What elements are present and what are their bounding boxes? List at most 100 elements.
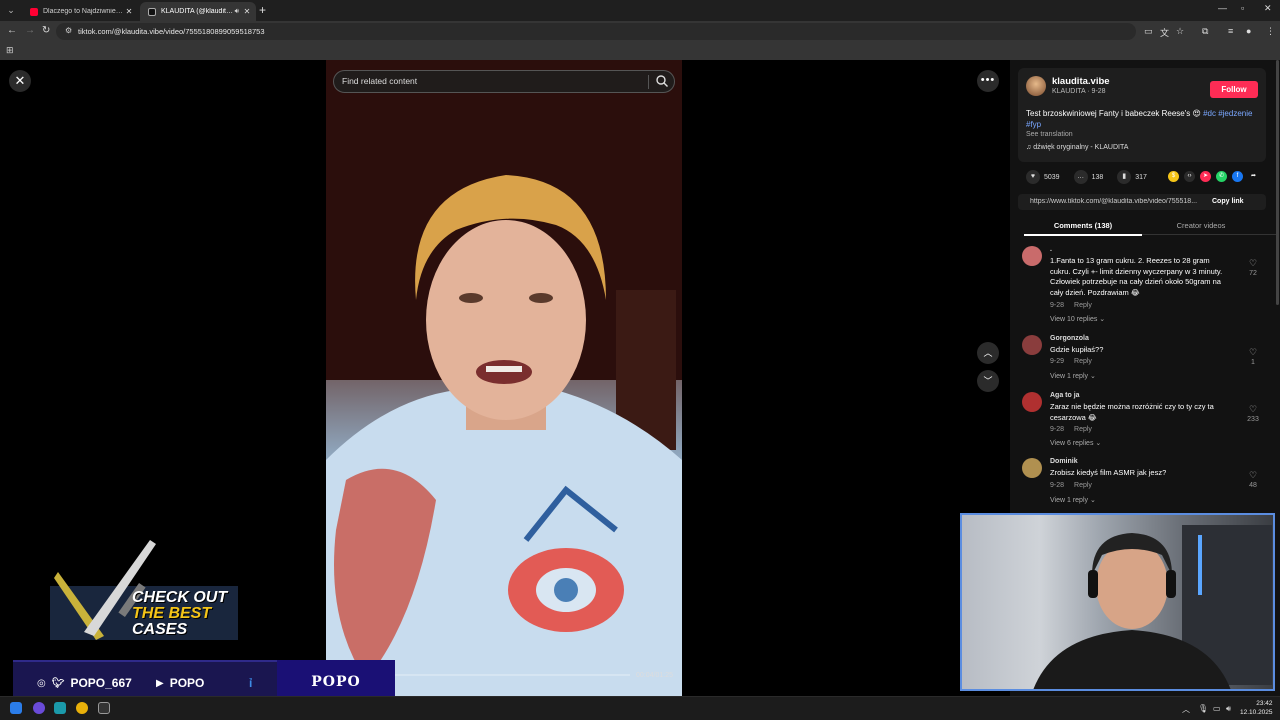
commenter-name[interactable]: Aga to ja [1050,392,1080,399]
window-close-icon[interactable]: ✕ [1264,3,1272,14]
view-replies-link[interactable]: View 1 reply ⌄ [1050,372,1096,380]
taskbar-app-icon[interactable] [33,702,45,714]
reply-button[interactable]: Reply [1074,482,1092,489]
minimize-icon[interactable]: — [1218,3,1227,13]
comment-bubble-icon[interactable]: … [1073,170,1088,184]
view-replies-link[interactable]: View 1 reply ⌄ [1050,496,1096,504]
taskbar-app-icon[interactable] [54,702,66,714]
translate-icon[interactable]: 文 [1160,26,1169,39]
tab-creator-videos[interactable]: Creator videos [1142,221,1260,230]
panel-scrollbar[interactable] [1276,60,1279,305]
bookmark-star-icon[interactable]: ☆ [1176,26,1184,37]
comment-heart-icon[interactable]: ♡ [1246,347,1260,358]
more-options-icon[interactable]: ••• [977,70,999,92]
view-replies-link[interactable]: View 6 replies ⌄ [1050,439,1101,447]
cases-promo-banner: CHECK OUT THE BEST CASES [44,536,240,644]
commenter-name[interactable]: . [1050,246,1052,253]
apps-grid-icon[interactable]: ⊞ [6,45,14,56]
see-translation-link[interactable]: See translation [1026,131,1073,138]
comment-heart-icon[interactable]: ♡ [1246,258,1260,269]
commenter-avatar[interactable] [1022,246,1042,266]
send-to-friends-icon[interactable]: ➤ [1200,171,1211,182]
tab-search-chevron-icon[interactable]: ⌄ [5,4,17,16]
coin-share-icon[interactable]: $ [1168,171,1179,182]
heart-icon[interactable]: ♥ [1026,170,1040,184]
comment-heart-icon[interactable]: ♡ [1246,404,1260,415]
comment-stat[interactable]: … 138 [1073,170,1103,184]
share-arrow-icon[interactable]: ➦ [1248,171,1259,182]
tray-chevron-icon[interactable]: ︿ [1182,704,1190,715]
hashtag[interactable]: #dc [1203,109,1216,118]
copy-link-button[interactable]: Copy link [1212,198,1244,205]
browser-menu-icon[interactable]: ⋮ [1266,26,1275,37]
description-text: Test brzoskwiniowej Fanty i babeczek Ree… [1026,109,1204,118]
reload-icon[interactable]: ↻ [42,25,50,36]
like-stat[interactable]: ♥ 5039 [1026,170,1060,184]
microphone-icon[interactable]: 🎙︎ [1198,704,1208,713]
speaker-icon[interactable]: 🔊︎ [235,8,239,16]
comment-meta: 9-28 Reply [1050,302,1092,309]
facebook-icon[interactable]: f [1232,171,1243,182]
previous-video-chevron-up-icon[interactable]: ︿ [977,342,999,364]
creator-username[interactable]: klaudita.vibe [1052,76,1110,87]
chevron-down-icon: ⌄ [1089,497,1096,504]
sound-link[interactable]: ♫ dźwięk oryginalny - KLAUDITA [1026,144,1128,151]
volume-icon[interactable]: 🔊︎ [1226,704,1231,714]
commenter-avatar[interactable] [1022,458,1042,478]
back-icon[interactable]: ← [7,25,17,36]
profile-icon[interactable]: ● [1246,26,1251,36]
start-windows-icon[interactable] [10,702,22,714]
clock-time: 23:42 [1256,700,1273,707]
cast-icon[interactable]: ▭ [1144,26,1153,37]
maximize-icon[interactable]: ▫ [1241,3,1244,13]
taskbar-app-icon[interactable] [98,702,110,714]
network-icon[interactable]: ▭ [1213,704,1221,713]
search-icon[interactable] [655,74,669,88]
browser-toolbar: ← → ↻ ⚙ tiktok.com/@klaudita.vibe/video/… [0,21,1280,42]
site-info-icon[interactable]: ⚙ [65,26,72,35]
new-tab-button[interactable]: + [259,3,266,17]
bookmarks-bar: ⊞ [0,42,1280,60]
brand-logo-icon: ỉ [249,676,253,690]
close-video-button[interactable]: ✕ [9,70,31,92]
embed-icon[interactable]: ‹› [1184,171,1195,182]
media-icon[interactable]: ≡ [1228,26,1233,36]
browser-tabstrip: ⌄ Dlaczego to Najdziwniejsza inf ✕ KLAUD… [0,0,1280,21]
tab-title: Dlaczego to Najdziwniejsza inf [43,8,124,15]
follow-button[interactable]: Follow [1210,81,1258,98]
system-clock[interactable]: 23:42 12.10.2025 [1240,700,1273,717]
commenter-avatar[interactable] [1022,392,1042,412]
reply-button[interactable]: Reply [1074,358,1092,365]
browser-tab-youtube[interactable]: Dlaczego to Najdziwniejsza inf ✕ [22,2,138,21]
comment-text: Zrobisz kiedyś film ASMR jak jesz? [1050,468,1167,477]
reply-button[interactable]: Reply [1074,426,1092,433]
tab-close-icon[interactable]: ✕ [242,7,252,16]
bookmark-icon[interactable]: ▮ [1117,170,1132,184]
commenter-name[interactable]: Gorgonzola [1050,335,1089,342]
post-info-card: klaudita.vibe KLAUDITA · 9-28 Follow Tes… [1018,68,1266,162]
extensions-icon[interactable]: ⧉ [1202,26,1208,37]
next-video-chevron-down-icon[interactable]: ﹀ [977,370,999,392]
forward-icon[interactable]: → [25,25,35,36]
find-related-search[interactable] [333,70,675,93]
whatsapp-icon[interactable]: ✆ [1216,171,1227,182]
browser-tab-tiktok[interactable]: KLAUDITA (@klaudita.vibe 🔊︎ ✕ [140,2,256,21]
view-replies-link[interactable]: View 10 replies ⌄ [1050,315,1105,323]
address-bar[interactable]: ⚙ tiktok.com/@klaudita.vibe/video/755518… [56,23,1136,40]
tab-close-icon[interactable]: ✕ [124,7,134,16]
commenter-name[interactable]: Dominik [1050,458,1078,465]
comment-heart-icon[interactable]: ♡ [1246,470,1260,481]
comment-item: Dominik Zrobisz kiedyś film ASMR jak jes… [1022,458,1262,508]
commenter-avatar[interactable] [1022,335,1042,355]
tab-comments[interactable]: Comments (138) [1024,221,1142,236]
creator-avatar[interactable] [1026,76,1046,96]
reply-button[interactable]: Reply [1074,302,1092,309]
hashtag[interactable]: #jedzenie [1218,109,1252,118]
url-text[interactable]: tiktok.com/@klaudita.vibe/video/75551808… [78,27,265,36]
video-player[interactable] [326,60,682,696]
chrome-icon[interactable] [76,702,88,714]
search-input[interactable] [342,76,642,86]
save-stat[interactable]: ▮ 317 [1117,170,1147,184]
hashtag[interactable]: #fyp [1026,120,1041,129]
view-replies-text: View 1 reply [1050,373,1089,380]
